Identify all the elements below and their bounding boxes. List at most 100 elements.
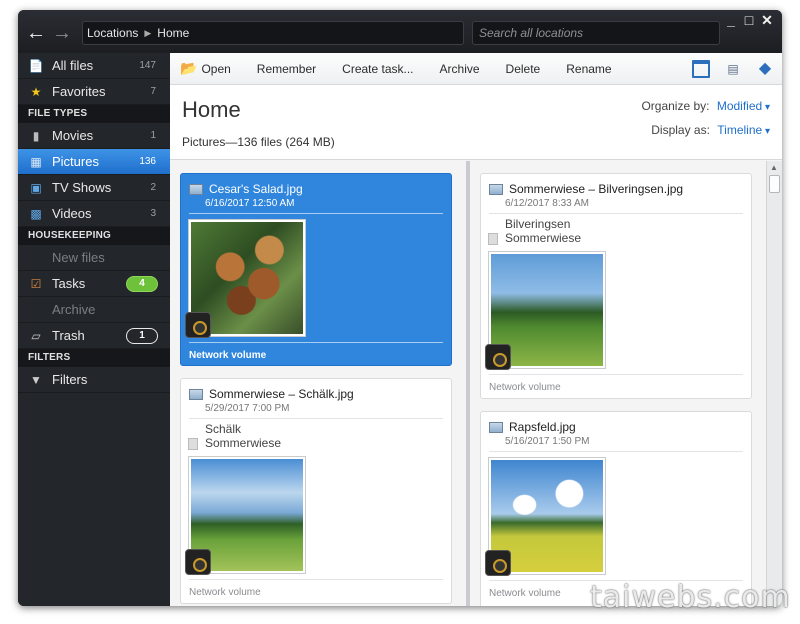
remember-button[interactable]: Remember <box>257 62 316 76</box>
file-card-sommerwiese-schalk[interactable]: Sommerwiese – Schälk.jpg 5/29/2017 7:00 … <box>180 378 452 604</box>
page-subtitle: Pictures—136 files (264 MB) <box>182 135 335 149</box>
sidebar-item-trash[interactable]: ▱ Trash 1 <box>18 323 170 349</box>
file-card-sommerwiese-bilveringsen[interactable]: Sommerwiese – Bilveringsen.jpg 6/12/2017… <box>480 173 752 399</box>
sidebar-item-movies[interactable]: ▮ Movies 1 <box>18 123 170 149</box>
search-input[interactable] <box>472 21 720 45</box>
file-location: Network volume <box>189 350 267 361</box>
maximize-icon[interactable]: □ <box>742 12 756 29</box>
create-task-button[interactable]: Create task... <box>342 62 413 76</box>
tasks-count-badge: 4 <box>126 276 158 292</box>
section-header-filters: FILTERS <box>18 349 170 367</box>
breadcrumb[interactable]: Locations ▶ Home <box>82 21 464 45</box>
archive-button[interactable]: Archive <box>440 62 480 76</box>
display-as-dropdown[interactable]: Timeline <box>717 123 770 137</box>
document-icon <box>488 233 498 245</box>
sidebar-item-count: 1 <box>150 130 156 141</box>
sidebar-item-archive[interactable]: Archive <box>18 297 170 323</box>
sidebar-item-label: Videos <box>52 206 92 221</box>
sidebar-item-label: Trash <box>52 328 85 343</box>
sidebar-item-tasks[interactable]: ☑ Tasks 4 <box>18 271 170 297</box>
sidebar-item-filters[interactable]: ▼ Filters <box>18 367 170 393</box>
picture-icon: ▦ <box>30 154 42 169</box>
card-divider <box>189 342 443 343</box>
file-icon: 📄 <box>28 58 44 73</box>
window-view-icon[interactable] <box>692 60 710 78</box>
sidebar-item-count: 3 <box>150 208 156 219</box>
title-bar: ← → Locations ▶ Home _ □ ✕ <box>18 10 782 53</box>
sidebar-item-favorites[interactable]: ★ Favorites 7 <box>18 79 170 105</box>
file-name: Rapsfeld.jpg <box>489 420 576 434</box>
info-icon[interactable]: ◆ <box>756 60 774 78</box>
display-as-label: Display as: <box>651 123 710 137</box>
sidebar-item-new-files[interactable]: New files <box>18 245 170 271</box>
sidebar-item-label: Movies <box>52 128 94 143</box>
sidebar-item-label: Pictures <box>52 154 99 169</box>
archive-icon <box>28 302 44 318</box>
card-divider <box>489 213 743 214</box>
watermark: taiwebs.com <box>590 580 791 615</box>
file-date: 6/16/2017 12:50 AM <box>205 198 295 209</box>
window-controls: _ □ ✕ <box>724 12 774 29</box>
file-location: Network volume <box>489 382 561 393</box>
sidebar-item-pictures[interactable]: ▦ Pictures 136 <box>18 149 170 175</box>
sidebar-item-label: All files <box>52 58 94 73</box>
vertical-scrollbar[interactable]: ▲ <box>766 161 782 606</box>
open-label: Open <box>201 61 231 76</box>
image-file-icon <box>189 183 203 195</box>
organize-by-label: Organize by: <box>641 99 710 113</box>
card-divider <box>489 374 743 375</box>
sidebar-item-label: Filters <box>52 372 88 387</box>
sidebar-item-all-files[interactable]: 📄 All files 147 <box>18 53 170 79</box>
display-as: Display as: Timeline <box>651 123 770 137</box>
file-card-rapsfeld[interactable]: Rapsfeld.jpg 5/16/2017 1:50 PM Network v… <box>480 411 752 606</box>
back-arrow-icon[interactable]: ← <box>26 23 46 43</box>
card-divider <box>189 213 443 214</box>
sidebar-item-label: TV Shows <box>52 180 112 195</box>
sidebar: 📄 All files 147 ★ Favorites 7 FILE TYPES… <box>18 53 170 606</box>
funnel-icon: ▼ <box>30 372 42 387</box>
card-divider <box>189 418 443 419</box>
place-primary: Bilveringsen <box>505 217 571 231</box>
camera-icon <box>185 549 211 575</box>
sidebar-item-label: Favorites <box>52 84 106 99</box>
timeline-content: Cesar's Salad.jpg 6/16/2017 12:50 AM Net… <box>170 161 766 606</box>
sidebar-item-videos[interactable]: ▩ Videos 3 <box>18 201 170 227</box>
file-name: Sommerwiese – Schälk.jpg <box>189 387 354 401</box>
place-secondary: Sommerwiese <box>505 231 582 245</box>
film-icon: ▮ <box>32 128 40 143</box>
video-icon: ▩ <box>30 206 42 221</box>
file-name: Cesar's Salad.jpg <box>189 182 303 196</box>
breadcrumb-home[interactable]: Home <box>157 26 189 40</box>
card-divider <box>489 451 743 452</box>
organize-by-dropdown[interactable]: Modified <box>717 99 770 113</box>
camera-icon <box>485 550 511 576</box>
sidebar-item-count: 2 <box>150 182 156 193</box>
image-file-icon <box>489 183 503 195</box>
close-icon[interactable]: ✕ <box>760 12 774 29</box>
breadcrumb-separator-icon: ▶ <box>144 27 152 38</box>
page-title: Home <box>182 97 241 122</box>
new-files-icon <box>28 250 44 266</box>
camera-icon <box>185 312 211 338</box>
scrollbar-thumb[interactable] <box>769 175 780 193</box>
trash-count-badge: 1 <box>126 328 158 344</box>
card-view-icon[interactable]: ▤ <box>724 60 742 78</box>
image-file-icon <box>489 421 503 433</box>
sidebar-item-count: 147 <box>139 60 156 71</box>
file-date: 6/12/2017 8:33 AM <box>505 198 589 209</box>
section-header-housekeeping: HOUSEKEEPING <box>18 227 170 245</box>
file-location: Network volume <box>489 588 561 599</box>
scroll-up-icon[interactable]: ▲ <box>770 163 778 172</box>
sidebar-item-tv-shows[interactable]: ▣ TV Shows 2 <box>18 175 170 201</box>
forward-arrow-icon[interactable]: → <box>52 23 72 43</box>
folder-open-icon: 📂 <box>180 60 198 76</box>
image-file-icon <box>189 388 203 400</box>
minimize-icon[interactable]: _ <box>724 12 738 29</box>
delete-button[interactable]: Delete <box>506 62 541 76</box>
rename-button[interactable]: Rename <box>566 62 611 76</box>
file-card-cesars-salad[interactable]: Cesar's Salad.jpg 6/16/2017 12:50 AM Net… <box>180 173 452 366</box>
open-button[interactable]: 📂 Open <box>180 60 231 77</box>
breadcrumb-locations[interactable]: Locations <box>87 26 138 40</box>
camera-icon <box>485 344 511 370</box>
sidebar-item-label: Tasks <box>52 276 86 291</box>
